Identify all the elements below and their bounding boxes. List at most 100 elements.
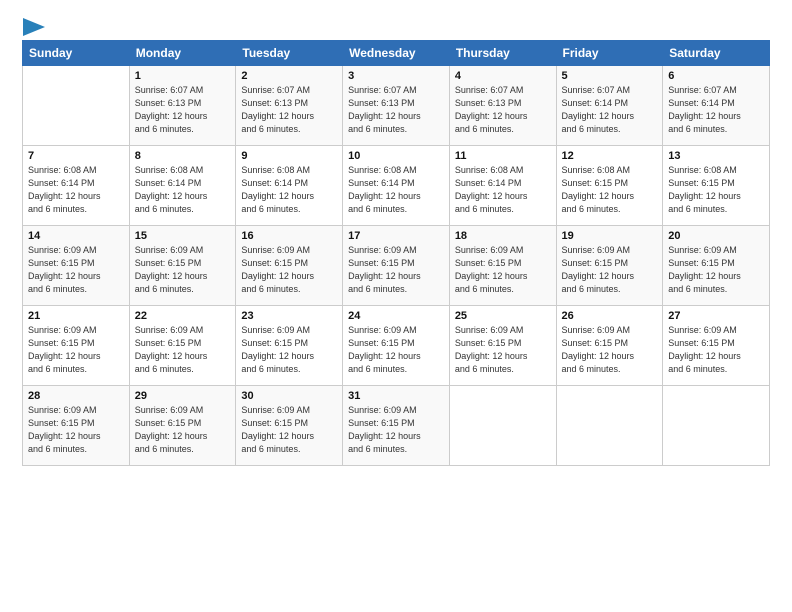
sunset-text: Sunset: 6:15 PM — [28, 417, 124, 430]
sunset-text: Sunset: 6:14 PM — [562, 97, 658, 110]
day-number: 12 — [562, 150, 658, 162]
logo-arrow-icon — [23, 18, 45, 36]
calendar-cell: 25Sunrise: 6:09 AMSunset: 6:15 PMDayligh… — [449, 306, 556, 386]
daylight-text-line2: and 6 minutes. — [135, 203, 231, 216]
sunrise-text: Sunrise: 6:09 AM — [28, 404, 124, 417]
sunrise-text: Sunrise: 6:08 AM — [348, 164, 444, 177]
daylight-text-line1: Daylight: 12 hours — [241, 110, 337, 123]
daylight-text-line2: and 6 minutes. — [455, 123, 551, 136]
day-info: Sunrise: 6:09 AMSunset: 6:15 PMDaylight:… — [241, 324, 337, 376]
sunset-text: Sunset: 6:15 PM — [562, 177, 658, 190]
sunset-text: Sunset: 6:15 PM — [348, 257, 444, 270]
sunrise-text: Sunrise: 6:08 AM — [135, 164, 231, 177]
day-info: Sunrise: 6:07 AMSunset: 6:13 PMDaylight:… — [455, 84, 551, 136]
day-number: 22 — [135, 310, 231, 322]
calendar-cell: 31 Sunrise: 6:09 AMSunset: 6:15 PMDayligh… — [343, 386, 450, 466]
daylight-text-line2: and 6 minutes. — [135, 123, 231, 136]
calendar-cell: 23Sunrise: 6:09 AMSunset: 6:15 PMDayligh… — [236, 306, 343, 386]
day-number: 8 — [135, 150, 231, 162]
sunrise-text: Sunrise: 6:09 AM — [562, 324, 658, 337]
daylight-text-line1: Daylight: 12 hours — [135, 110, 231, 123]
day-info: Sunrise: 6:08 AMSunset: 6:14 PMDaylight:… — [241, 164, 337, 216]
daylight-text-line1: Daylight: 12 hours — [241, 350, 337, 363]
day-number: 30 — [241, 390, 337, 402]
daylight-text-line2: and 6 minutes. — [28, 443, 124, 456]
day-number: 11 — [455, 150, 551, 162]
sunset-text: Sunset: 6:14 PM — [28, 177, 124, 190]
day-info: Sunrise: 6:09 AMSunset: 6:15 PMDaylight:… — [348, 244, 444, 296]
sunset-text: Sunset: 6:15 PM — [562, 337, 658, 350]
sunset-text: Sunset: 6:14 PM — [668, 97, 764, 110]
week-row-5: 28Sunrise: 6:09 AMSunset: 6:15 PMDayligh… — [23, 386, 770, 466]
daylight-text-line1: Daylight: 12 hours — [135, 190, 231, 203]
day-number: 1 — [135, 70, 231, 82]
sunrise-text: Sunrise: 6:07 AM — [348, 84, 444, 97]
daylight-text-line2: and 6 minutes. — [668, 363, 764, 376]
calendar-cell: 4Sunrise: 6:07 AMSunset: 6:13 PMDaylight… — [449, 66, 556, 146]
calendar-cell: 20Sunrise: 6:09 AMSunset: 6:15 PMDayligh… — [663, 226, 770, 306]
day-number: 31 — [348, 390, 444, 402]
calendar-cell: 7Sunrise: 6:08 AMSunset: 6:14 PMDaylight… — [23, 146, 130, 226]
day-info: Sunrise: 6:08 AMSunset: 6:14 PMDaylight:… — [348, 164, 444, 216]
daylight-text-line2: and 6 minutes. — [668, 283, 764, 296]
sunset-text: Sunset: 6:15 PM — [455, 337, 551, 350]
sunrise-text: Sunrise: 6:09 AM — [135, 404, 231, 417]
day-number: 15 — [135, 230, 231, 242]
daylight-text-line2: and 6 minutes. — [348, 363, 444, 376]
day-number: 19 — [562, 230, 658, 242]
daylight-text-line1: Daylight: 12 hours — [348, 270, 444, 283]
calendar-cell: 2Sunrise: 6:07 AMSunset: 6:13 PMDaylight… — [236, 66, 343, 146]
daylight-text-line1: Daylight: 12 hours — [28, 270, 124, 283]
day-info: Sunrise: 6:07 AMSunset: 6:13 PMDaylight:… — [348, 84, 444, 136]
daylight-text-line1: Daylight: 12 hours — [455, 110, 551, 123]
calendar-cell: 18Sunrise: 6:09 AMSunset: 6:15 PMDayligh… — [449, 226, 556, 306]
daylight-text-line2: and 6 minutes. — [241, 363, 337, 376]
daylight-text-line2: and 6 minutes. — [28, 363, 124, 376]
sunset-text: Sunset: 6:15 PM — [135, 417, 231, 430]
sunset-text: Sunset: 6:15 PM — [668, 177, 764, 190]
day-number: 25 — [455, 310, 551, 322]
sunrise-text: Sunrise: 6:09 AM — [241, 404, 337, 417]
weekday-header-friday: Friday — [556, 41, 663, 66]
calendar-table: SundayMondayTuesdayWednesdayThursdayFrid… — [22, 40, 770, 466]
day-number: 6 — [668, 70, 764, 82]
day-info: Sunrise: 6:09 AMSunset: 6:15 PMDaylight:… — [28, 244, 124, 296]
day-number: 14 — [28, 230, 124, 242]
calendar-page: SundayMondayTuesdayWednesdayThursdayFrid… — [0, 0, 792, 612]
calendar-cell: 5Sunrise: 6:07 AMSunset: 6:14 PMDaylight… — [556, 66, 663, 146]
sunrise-text: Sunrise: 6:09 AM — [348, 244, 444, 257]
daylight-text-line1: Daylight: 12 hours — [668, 270, 764, 283]
daylight-text-line2: and 6 minutes. — [135, 443, 231, 456]
day-number: 26 — [562, 310, 658, 322]
sunset-text: Sunset: 6:15 PM — [455, 257, 551, 270]
sunrise-text: Sunrise: 6:07 AM — [668, 84, 764, 97]
calendar-cell: 3Sunrise: 6:07 AMSunset: 6:13 PMDaylight… — [343, 66, 450, 146]
day-number: 9 — [241, 150, 337, 162]
day-number: 24 — [348, 310, 444, 322]
sunrise-text: Sunrise: 6:09 AM — [135, 324, 231, 337]
day-info: Sunrise: 6:09 AMSunset: 6:15 PMDaylight:… — [348, 404, 444, 456]
day-info: Sunrise: 6:09 AMSunset: 6:15 PMDaylight:… — [348, 324, 444, 376]
day-info: Sunrise: 6:09 AMSunset: 6:15 PMDaylight:… — [135, 324, 231, 376]
day-info: Sunrise: 6:09 AMSunset: 6:15 PMDaylight:… — [455, 244, 551, 296]
daylight-text-line1: Daylight: 12 hours — [562, 110, 658, 123]
calendar-cell: 29Sunrise: 6:09 AMSunset: 6:15 PMDayligh… — [129, 386, 236, 466]
sunrise-text: Sunrise: 6:09 AM — [28, 324, 124, 337]
daylight-text-line2: and 6 minutes. — [241, 443, 337, 456]
daylight-text-line2: and 6 minutes. — [348, 283, 444, 296]
daylight-text-line1: Daylight: 12 hours — [348, 190, 444, 203]
calendar-cell — [663, 386, 770, 466]
week-row-4: 21Sunrise: 6:09 AMSunset: 6:15 PMDayligh… — [23, 306, 770, 386]
sunset-text: Sunset: 6:15 PM — [241, 337, 337, 350]
daylight-text-line2: and 6 minutes. — [28, 203, 124, 216]
sunrise-text: Sunrise: 6:09 AM — [668, 324, 764, 337]
day-number: 20 — [668, 230, 764, 242]
day-info: Sunrise: 6:09 AMSunset: 6:15 PMDaylight:… — [28, 324, 124, 376]
sunrise-text: Sunrise: 6:07 AM — [562, 84, 658, 97]
calendar-cell: 14 Sunrise: 6:09 AMSunset: 6:15 PMDayligh… — [23, 226, 130, 306]
daylight-text-line1: Daylight: 12 hours — [28, 430, 124, 443]
daylight-text-line2: and 6 minutes. — [455, 203, 551, 216]
day-info: Sunrise: 6:09 AMSunset: 6:15 PMDaylight:… — [28, 404, 124, 456]
sunset-text: Sunset: 6:15 PM — [668, 257, 764, 270]
day-info: Sunrise: 6:09 AMSunset: 6:15 PMDaylight:… — [668, 324, 764, 376]
